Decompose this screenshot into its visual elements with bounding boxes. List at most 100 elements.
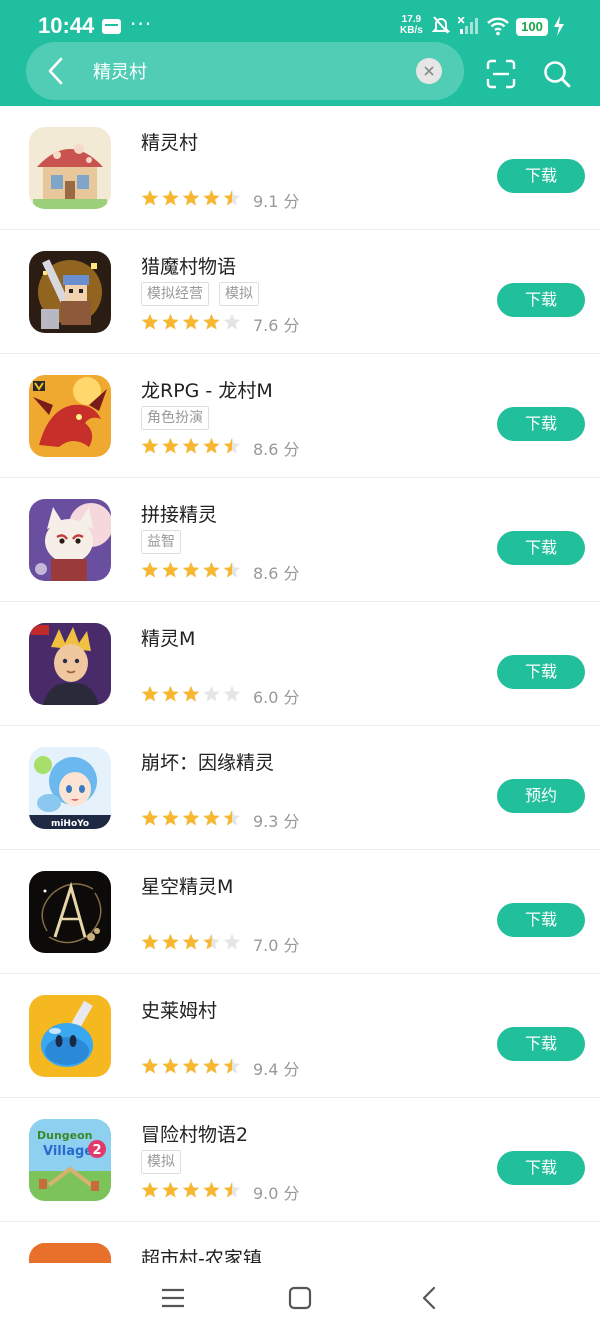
star-rating-icon [141,809,241,826]
search-results-list[interactable]: 精灵村 9.1 分 下载 猎魔村物语 模拟经营 模拟 7.6 分 下载 龙RPG … [0,106,600,1263]
app-tag: 模拟经营 [141,282,209,306]
download-button[interactable]: 下载 [497,407,585,441]
star-full [182,809,200,826]
app-list-item[interactable]: 超市村-农家镇 [0,1222,600,1263]
app-name: 精灵M [141,628,196,650]
star-full [182,189,200,206]
app-list-item[interactable]: 猎魔村物语 模拟经营 模拟 7.6 分 下载 [0,230,600,354]
star-full [182,1057,200,1074]
mail-notification-icon [102,19,121,34]
star-full [203,1181,220,1198]
download-button[interactable]: 下载 [497,159,585,193]
pixel-knight-icon[interactable] [29,251,111,333]
app-score: 8.6 分 [253,440,300,459]
star-full [182,1181,200,1198]
app-list-item[interactable]: 精灵村 9.1 分 下载 [0,106,600,230]
app-tag: 模拟 [219,282,259,306]
network-speed-unit: KB/s [400,25,423,36]
clear-search-icon[interactable] [416,58,442,84]
star-empty [223,685,241,702]
search-icon[interactable] [542,59,572,89]
app-score: 6.0 分 [253,688,300,707]
app-list-item[interactable]: 精灵M 6.0 分 下载 [0,602,600,726]
star-full [182,933,200,950]
download-button[interactable]: 下载 [497,283,585,317]
system-navigation-bar [0,1263,600,1333]
home-icon[interactable] [288,1285,312,1311]
app-tag: 益智 [141,530,181,554]
download-button[interactable]: 下载 [497,1151,585,1185]
app-list-item[interactable]: 星空精灵M 7.0 分 下载 [0,850,600,974]
app-name: 冒险村物语2 [141,1124,249,1146]
star-empty [223,313,241,330]
wifi-icon [486,16,510,36]
app-tags: 角色扮演 [141,406,219,430]
mute-bell-icon [431,15,451,40]
app-name: 史莱姆村 [141,1000,218,1022]
star-full [141,189,159,206]
download-button[interactable]: 下载 [497,655,585,689]
star-full [203,313,220,330]
app-name: 龙RPG - 龙村M [141,380,273,402]
download-button[interactable]: 下载 [497,531,585,565]
app-list-item[interactable]: Dungeon Village 2 冒险村物语2 模拟 9.0 分 下载 [0,1098,600,1222]
signal-icon [457,16,480,35]
charging-icon [553,16,565,40]
app-list-item[interactable]: miHoYo 崩坏：因缘精灵 9.3 分 预约 [0,726,600,850]
app-name: 猎魔村物语 [141,256,237,278]
app-name: 精灵村 [141,132,199,154]
red-dragon-icon[interactable] [29,375,111,457]
status-time: 10:44 [38,13,95,38]
star-empty [223,933,241,950]
download-button[interactable]: 下载 [497,1027,585,1061]
star-full [162,313,179,330]
market-village-icon[interactable] [29,1243,111,1263]
fox-spirit-icon[interactable] [29,499,111,581]
blue-slime-icon[interactable] [29,995,111,1077]
app-name: 拼接精灵 [141,504,218,526]
recent-apps-icon[interactable] [160,1285,186,1311]
app-name: 崩坏：因缘精灵 [141,752,275,774]
app-list-item[interactable]: 龙RPG - 龙村M 角色扮演 8.6 分 下载 [0,354,600,478]
star-rating-icon [141,1057,241,1074]
dungeon-village-icon[interactable]: Dungeon Village 2 [29,1119,111,1201]
village-house-icon[interactable] [29,127,111,209]
star-full [162,933,179,950]
back-icon[interactable] [40,52,74,90]
app-list-item[interactable]: 拼接精灵 益智 8.6 分 下载 [0,478,600,602]
app-score: 9.0 分 [253,1184,300,1203]
download-button[interactable]: 下载 [497,903,585,937]
village-logo-text: Village [43,1144,93,1159]
star-full [141,933,159,950]
app-tags: 益智 [141,530,191,554]
reserve-button[interactable]: 预约 [497,779,585,813]
app-name: 星空精灵M [141,876,234,898]
battery-indicator: 100 [516,18,548,36]
network-speed: 17.9 KB/s [400,14,423,36]
star-full [162,1057,179,1074]
star-rating-icon [141,685,241,702]
star-full [141,809,159,826]
app-score: 7.0 分 [253,936,300,955]
app-score: 9.1 分 [253,192,300,211]
star-full [162,809,179,826]
star-empty [203,685,220,702]
star-rating-icon [141,933,241,950]
hero-portrait-icon[interactable] [29,623,111,705]
app-score: 8.6 分 [253,564,300,583]
star-rating-icon [141,561,241,578]
letter-a-icon[interactable] [29,871,111,953]
scan-icon[interactable] [486,59,516,89]
anime-girl-icon[interactable]: miHoYo [29,747,111,829]
search-input[interactable] [93,56,393,86]
nav-back-icon[interactable] [420,1285,438,1311]
app-list-item[interactable]: 史莱姆村 9.4 分 下载 [0,974,600,1098]
app-tags: 模拟 [141,1150,191,1174]
star-full [182,685,200,702]
star-rating-icon [141,437,241,454]
star-full [182,437,200,454]
star-full [182,561,200,578]
app-score: 7.6 分 [253,316,300,335]
star-full [182,313,200,330]
star-full [203,809,220,826]
